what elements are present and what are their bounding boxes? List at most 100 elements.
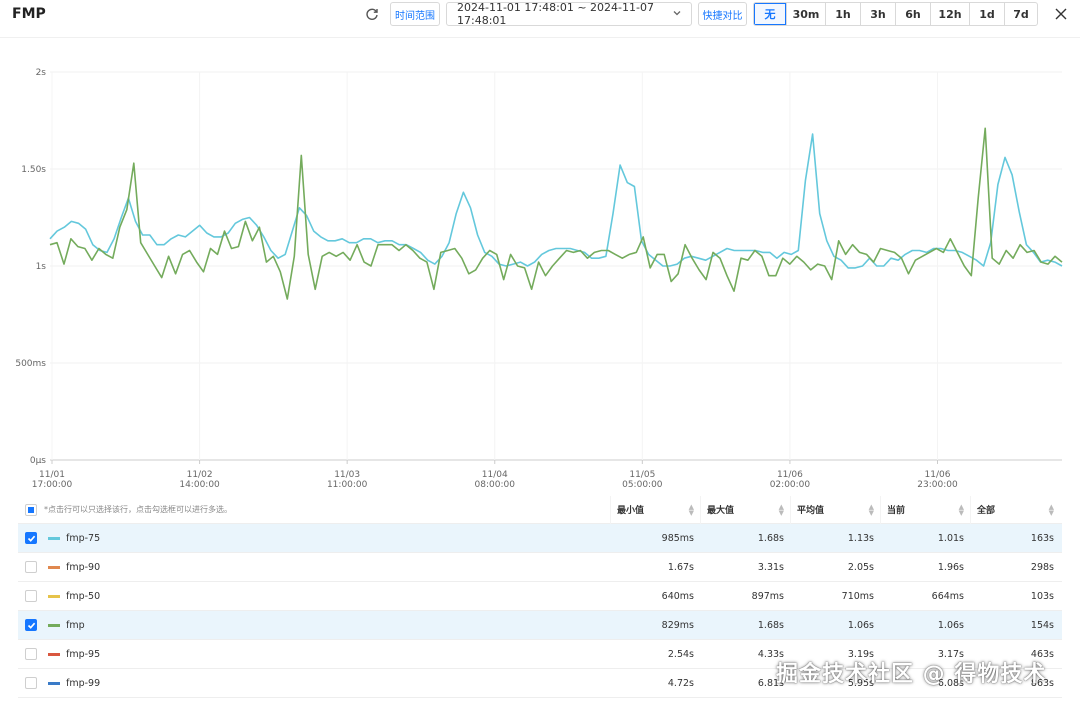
- row-checkbox[interactable]: [25, 561, 37, 573]
- row-checkbox[interactable]: [25, 590, 37, 602]
- cell-max: 897ms: [751, 590, 784, 602]
- date-range-picker[interactable]: 2024-11-01 17:48:01 ~ 2024-11-07 17:48:0…: [446, 1, 692, 27]
- cell-max: 3.31s: [757, 561, 784, 573]
- cell-current: 1.06s: [937, 619, 964, 631]
- series-name: fmp-50: [66, 590, 101, 602]
- cell-all: 154s: [1030, 619, 1054, 631]
- x-tick-label: 11/05: [629, 470, 655, 480]
- x-tick-label: 11/06: [925, 470, 951, 480]
- series-name: fmp-90: [66, 561, 101, 573]
- y-tick-label: 500ms: [15, 359, 46, 369]
- row-checkbox[interactable]: [25, 648, 37, 660]
- interval-option[interactable]: 7d: [1004, 3, 1037, 25]
- column-header-label: 当前: [887, 506, 906, 516]
- y-tick-label: 2s: [36, 68, 47, 78]
- sort-icon[interactable]: ▲ ▼: [689, 503, 694, 516]
- cell-avg: 710ms: [841, 590, 874, 602]
- table-row[interactable]: fmp-50 640ms 897ms 710ms 664ms 103s: [18, 582, 1062, 611]
- x-tick-label: 11/06: [777, 470, 803, 480]
- interval-option[interactable]: 30m: [786, 3, 825, 25]
- sort-icon[interactable]: ▲ ▼: [869, 503, 874, 516]
- x-tick-label: 02:00:00: [770, 480, 811, 490]
- series-color-swatch: [48, 681, 60, 685]
- time-range-button[interactable]: 时间范围: [390, 2, 440, 26]
- column-header[interactable]: 全部 ▲ ▼: [970, 495, 1060, 524]
- date-range-value: 2024-11-01 17:48:01 ~ 2024-11-07 17:48:0…: [457, 1, 654, 27]
- interval-option[interactable]: 无: [754, 3, 786, 25]
- fmp-line-chart: 2s 1.50s 1s 500ms 0μs 11/0117:00:00 11/0214:00…: [15, 68, 1063, 490]
- quick-compare-button[interactable]: 快捷对比: [698, 2, 747, 26]
- series-color-swatch: [48, 623, 60, 627]
- table-hint: *点击行可以只选择该行，点击勾选框可以进行多选。: [44, 505, 232, 514]
- x-tick-label: 23:00:00: [917, 480, 958, 490]
- column-header[interactable]: 平均值 ▲ ▼: [790, 495, 880, 524]
- cell-all: 298s: [1030, 561, 1054, 573]
- y-tick-label: 1.50s: [21, 165, 46, 175]
- cell-min: 829ms: [661, 619, 694, 631]
- cell-current: 1.96s: [937, 561, 964, 573]
- table-row[interactable]: fmp 829ms 1.68s 1.06s 1.06s 154s: [18, 611, 1062, 640]
- cell-all: 163s: [1030, 532, 1054, 544]
- watermark: 掘金技术社区 @ 得物技术: [776, 662, 1047, 687]
- row-checkbox[interactable]: [25, 677, 37, 689]
- column-header-label: 全部: [977, 506, 996, 516]
- x-tick-label: 11:00:00: [327, 480, 368, 490]
- series-name: fmp-75: [66, 532, 101, 544]
- table-row[interactable]: fmp-75 985ms 1.68s 1.13s 1.01s 163s: [18, 524, 1062, 553]
- table-header: *点击行可以只选择该行，点击勾选框可以进行多选。 最小值 ▲ ▼ 最大值 ▲ ▼ 平均值 ▲ ▼…: [18, 495, 1062, 524]
- interval-selector: 无 30m 1h 3h 6h 12h 1d 7d: [753, 2, 1038, 26]
- sort-icon[interactable]: ▲ ▼: [959, 503, 964, 516]
- column-header[interactable]: 最小值 ▲ ▼: [610, 495, 700, 524]
- cell-current: 664ms: [931, 590, 964, 602]
- series-name: fmp-99: [66, 677, 101, 689]
- refresh-icon[interactable]: [362, 4, 382, 24]
- row-checkbox[interactable]: [25, 619, 37, 631]
- interval-option[interactable]: 3h: [860, 3, 895, 25]
- x-tick-label: 11/01: [39, 470, 65, 480]
- column-header[interactable]: 当前 ▲ ▼: [880, 495, 970, 524]
- cell-min: 4.72s: [667, 677, 694, 689]
- cell-avg: 2.05s: [847, 561, 874, 573]
- series-name: fmp-95: [66, 648, 101, 660]
- header-divider: [0, 37, 1080, 38]
- series-line-fmp: [49, 127, 1063, 300]
- cell-min: 985ms: [661, 532, 694, 544]
- cell-max: 1.68s: [757, 619, 784, 631]
- x-tick-label: 05:00:00: [622, 480, 663, 490]
- interval-option[interactable]: 12h: [930, 3, 969, 25]
- y-tick-label: 1s: [36, 262, 47, 272]
- series-name: fmp: [66, 619, 85, 631]
- cell-min: 2.54s: [667, 648, 694, 660]
- column-header-label: 平均值: [797, 506, 825, 516]
- interval-option[interactable]: 1d: [969, 3, 1004, 25]
- cell-avg: 1.13s: [847, 532, 874, 544]
- interval-option[interactable]: 6h: [895, 3, 930, 25]
- column-header-label: 最小值: [617, 506, 645, 516]
- x-tick-label: 14:00:00: [179, 480, 220, 490]
- sort-icon[interactable]: ▲ ▼: [779, 503, 784, 516]
- cell-max: 1.68s: [757, 532, 784, 544]
- cell-current: 1.01s: [937, 532, 964, 544]
- column-header[interactable]: 最大值 ▲ ▼: [700, 495, 790, 524]
- table-row[interactable]: fmp-90 1.67s 3.31s 2.05s 1.96s 298s: [18, 553, 1062, 582]
- series-color-swatch: [48, 536, 60, 540]
- sort-icon[interactable]: ▲ ▼: [1049, 503, 1054, 516]
- cell-all: 103s: [1030, 590, 1054, 602]
- row-checkbox[interactable]: [25, 532, 37, 544]
- x-tick-label: 11/03: [334, 470, 360, 480]
- page-title: FMP: [12, 6, 46, 22]
- x-tick-label: 08:00:00: [475, 480, 516, 490]
- y-tick-label: 0μs: [30, 456, 46, 466]
- series-line-fmp-75: [49, 133, 1063, 269]
- x-tick-label: 11/04: [482, 470, 508, 480]
- x-tick-label: 11/02: [187, 470, 213, 480]
- select-all-checkbox[interactable]: [25, 503, 37, 516]
- column-header-label: 最大值: [707, 506, 735, 516]
- cell-min: 1.67s: [667, 561, 694, 573]
- series-color-swatch: [48, 594, 60, 598]
- series-color-swatch: [48, 652, 60, 656]
- close-icon[interactable]: [1052, 5, 1070, 23]
- cell-min: 640ms: [661, 590, 694, 602]
- series-color-swatch: [48, 565, 60, 569]
- interval-option[interactable]: 1h: [825, 3, 860, 25]
